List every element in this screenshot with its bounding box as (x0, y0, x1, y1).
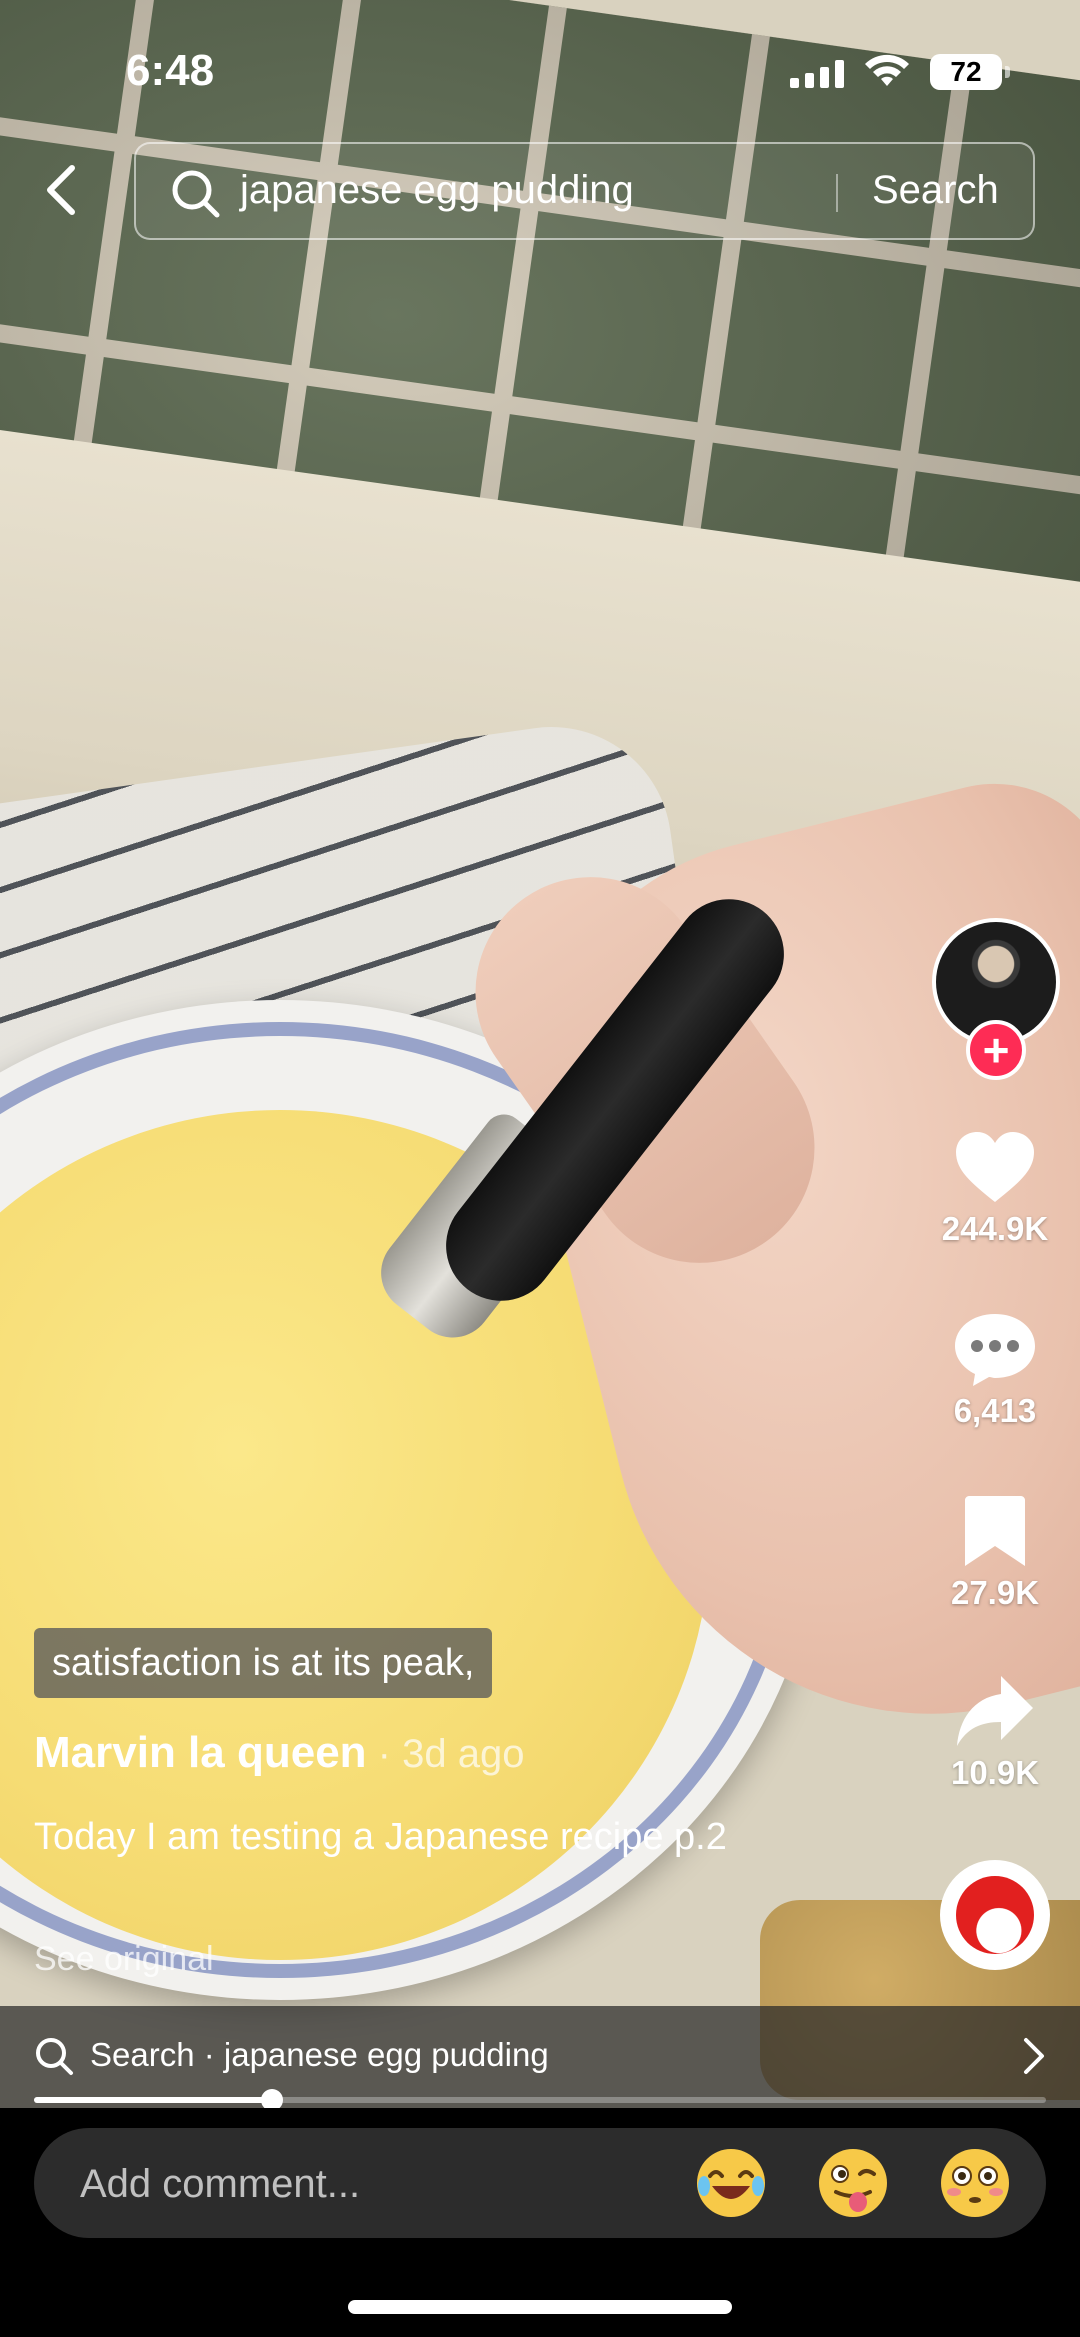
share-arrow-icon (957, 1676, 1033, 1746)
bottom-bar: Add comment... (0, 2108, 1080, 2337)
status-bar: 6:48 72 (0, 0, 1080, 130)
search-button[interactable]: Search (872, 168, 999, 213)
home-indicator[interactable] (348, 2300, 732, 2314)
flushed-emoji-icon[interactable] (938, 2146, 1012, 2220)
wifi-icon (865, 54, 909, 86)
author-name[interactable]: Marvin la queen (34, 1728, 367, 1777)
video-player[interactable] (0, 0, 1080, 2108)
search-icon (172, 170, 220, 218)
playback-progress-fill (34, 2097, 272, 2103)
video-description[interactable]: Today I am testing a Japanese recipe p.2 (34, 1810, 794, 1864)
search-divider (836, 174, 838, 212)
plus-icon: + (982, 1024, 1010, 1076)
tongue-wink-emoji-icon[interactable] (816, 2146, 890, 2220)
search-icon (36, 2038, 73, 2075)
save-count: 27.9K (950, 1574, 1040, 1611)
like-count: 244.9K (941, 1210, 1049, 1247)
battery-icon: 72 (930, 54, 1010, 90)
chevron-right-icon (1024, 2038, 1044, 2074)
share-button[interactable]: 10.9K (920, 1674, 1070, 1792)
comment-count: 6,413 (953, 1392, 1037, 1429)
add-comment-field[interactable]: Add comment... (34, 2128, 1046, 2238)
laughing-emoji-icon[interactable] (694, 2146, 768, 2220)
sound-disc-icon (956, 1876, 1034, 1954)
back-arrow-icon[interactable] (40, 160, 84, 220)
comment-bubble-icon (955, 1314, 1035, 1386)
heart-icon (956, 1132, 1034, 1202)
related-search-text: Search · japanese egg pudding (90, 2036, 549, 2073)
effect-text-overlay: satisfaction is at its peak, (34, 1628, 493, 1698)
follow-button[interactable]: + (966, 1020, 1026, 1080)
comment-placeholder: Add comment... (80, 2162, 361, 2206)
playback-progress-bar[interactable] (34, 2089, 1046, 2111)
share-count: 10.9K (950, 1754, 1040, 1791)
cellular-signal-icon (790, 60, 844, 88)
see-original-link[interactable]: See original (34, 1940, 214, 1979)
related-search-bar[interactable]: Search · japanese egg pudding (0, 2006, 1080, 2108)
post-time: · 3d ago (366, 1732, 525, 1776)
sound-disc[interactable] (940, 1860, 1050, 1970)
search-field[interactable]: japanese egg pudding Search (134, 142, 1035, 240)
bookmark-icon (965, 1496, 1025, 1566)
status-time: 6:48 (126, 46, 215, 95)
comment-button[interactable]: 6,413 (920, 1312, 1070, 1430)
like-button[interactable]: 244.9K (920, 1130, 1070, 1248)
save-button[interactable]: 27.9K (920, 1494, 1070, 1612)
author-line[interactable]: Marvin la queen · 3d ago (34, 1728, 524, 1778)
search-query[interactable]: japanese egg pudding (240, 168, 634, 213)
